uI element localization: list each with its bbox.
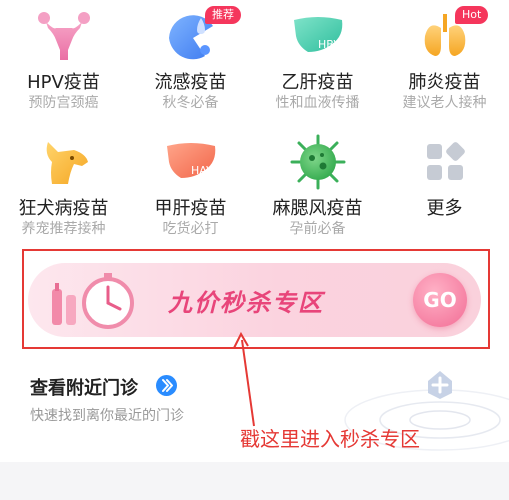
- grid-item-label: 更多: [426, 198, 463, 219]
- grid-item-subtitle: 养宠推荐接种: [21, 221, 106, 237]
- grid-item-mmr[interactable]: 麻腮风疫苗 孕前必备: [254, 126, 381, 244]
- grid-item-pneumonia[interactable]: Hot 肺炎疫苗 建议老人接种: [381, 0, 508, 118]
- plus-location-icon: [428, 371, 452, 399]
- grid-item-subtitle: 孕前必备: [289, 221, 346, 237]
- virus-icon: [288, 132, 348, 192]
- grid-item-rabies[interactable]: 狂犬病疫苗 养宠推荐接种: [0, 126, 127, 244]
- liver-hbv-icon: HBV: [288, 6, 348, 66]
- grid-item-subtitle: 秋冬必备: [162, 95, 219, 111]
- nearby-clinics-title[interactable]: 查看附近门诊: [30, 374, 138, 400]
- grid-item-subtitle: 预防宫颈癌: [28, 95, 99, 111]
- svg-text:HAV: HAV: [191, 164, 214, 177]
- grid-item-label: 狂犬病疫苗: [18, 198, 109, 219]
- grid-item-label: HPV疫苗: [27, 72, 100, 93]
- grid-item-subtitle: 性和血液传播: [275, 95, 360, 111]
- grid-item-subtitle: 建议老人接种: [402, 95, 487, 111]
- dog-icon: [34, 132, 94, 192]
- bottom-band: [0, 462, 509, 500]
- grid-item-label: 乙肝疫苗: [281, 72, 354, 93]
- grid-item-label: 麻腮风疫苗: [272, 198, 363, 219]
- chevron-right-icon[interactable]: [156, 375, 177, 396]
- grid-item-hpv[interactable]: HPV疫苗 预防宫颈癌: [0, 0, 127, 118]
- more-grid-icon: [415, 132, 475, 192]
- grid-item-more[interactable]: 更多: [381, 126, 508, 244]
- recommend-badge: 推荐: [205, 6, 241, 24]
- grid-item-hepatitis-b[interactable]: HBV 乙肝疫苗 性和血液传播: [254, 0, 381, 118]
- grid-item-label: 流感疫苗: [154, 72, 227, 93]
- grid-item-label: 肺炎疫苗: [408, 72, 481, 93]
- annotation-text: 戳这里进入秒杀专区: [240, 427, 420, 451]
- uterus-icon: [34, 6, 94, 66]
- annotation-arrow-icon: [233, 331, 255, 427]
- vaccine-home-screen: HPV疫苗 预防宫颈癌 推荐 流感疫苗 秋冬必备 HBV 乙肝疫苗 性和血液传播: [0, 0, 509, 500]
- svg-text:HBV: HBV: [318, 38, 341, 51]
- grid-item-hepatitis-a[interactable]: HAV 甲肝疫苗 吃货必打: [127, 126, 254, 244]
- grid-item-flu[interactable]: 推荐 流感疫苗 秋冬必备: [127, 0, 254, 118]
- grid-item-label: 甲肝疫苗: [154, 198, 227, 219]
- liver-hav-icon: HAV: [161, 132, 221, 192]
- hot-badge: Hot: [455, 6, 489, 24]
- nearby-clinics-subtitle: 快速找到离你最近的门诊: [30, 408, 184, 424]
- grid-item-subtitle: 吃货必打: [162, 221, 219, 237]
